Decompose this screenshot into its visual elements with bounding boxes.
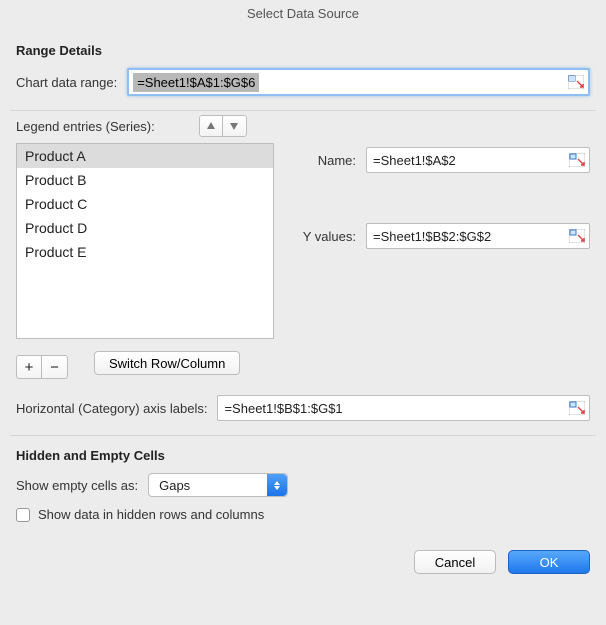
list-item[interactable]: Product B	[17, 168, 273, 192]
range-picker-icon[interactable]	[569, 401, 585, 415]
series-yvalues-label: Y values:	[292, 229, 356, 244]
remove-series-button[interactable]: −	[42, 355, 68, 379]
window-title: Select Data Source	[0, 0, 606, 31]
legend-entries-heading: Legend entries (Series):	[16, 119, 155, 134]
move-up-button[interactable]	[199, 115, 223, 137]
show-empty-label: Show empty cells as:	[16, 478, 138, 493]
chart-data-range-value: =Sheet1!$A$1:$G$6	[133, 73, 259, 92]
haxis-value: =Sheet1!$B$1:$G$1	[224, 401, 342, 416]
switch-row-column-button[interactable]: Switch Row/Column	[94, 351, 240, 375]
series-yvalues-input[interactable]: =Sheet1!$B$2:$G$2	[366, 223, 590, 249]
list-item[interactable]: Product D	[17, 216, 273, 240]
hidden-empty-heading: Hidden and Empty Cells	[16, 448, 590, 463]
show-empty-select[interactable]: Gaps	[148, 473, 288, 497]
ok-button[interactable]: OK	[508, 550, 590, 574]
series-name-input[interactable]: =Sheet1!$A$2	[366, 147, 590, 173]
haxis-input[interactable]: =Sheet1!$B$1:$G$1	[217, 395, 590, 421]
series-yvalues-value: =Sheet1!$B$2:$G$2	[373, 229, 491, 244]
list-item[interactable]: Product E	[17, 240, 273, 264]
chart-data-range-input[interactable]: =Sheet1!$A$1:$G$6	[127, 68, 590, 96]
show-hidden-label: Show data in hidden rows and columns	[38, 507, 264, 522]
dialog-footer: Cancel OK	[0, 536, 606, 590]
add-series-button[interactable]: +	[16, 355, 42, 379]
series-listbox[interactable]: Product AProduct BProduct CProduct DProd…	[16, 143, 274, 339]
series-name-value: =Sheet1!$A$2	[373, 153, 456, 168]
show-empty-value: Gaps	[159, 478, 190, 493]
haxis-label: Horizontal (Category) axis labels:	[16, 401, 207, 416]
list-item[interactable]: Product A	[17, 144, 273, 168]
range-picker-icon[interactable]	[568, 75, 584, 89]
series-name-label: Name:	[292, 153, 356, 168]
range-details-heading: Range Details	[16, 43, 590, 58]
range-picker-icon[interactable]	[569, 153, 585, 167]
move-down-button[interactable]	[223, 115, 247, 137]
list-item[interactable]: Product C	[17, 192, 273, 216]
cancel-button[interactable]: Cancel	[414, 550, 496, 574]
select-caret-icon	[267, 474, 287, 496]
add-remove-group: + −	[16, 355, 68, 379]
range-picker-icon[interactable]	[569, 229, 585, 243]
show-hidden-checkbox[interactable]	[16, 508, 30, 522]
chart-data-range-label: Chart data range:	[16, 75, 117, 90]
series-reorder-group	[199, 115, 247, 137]
